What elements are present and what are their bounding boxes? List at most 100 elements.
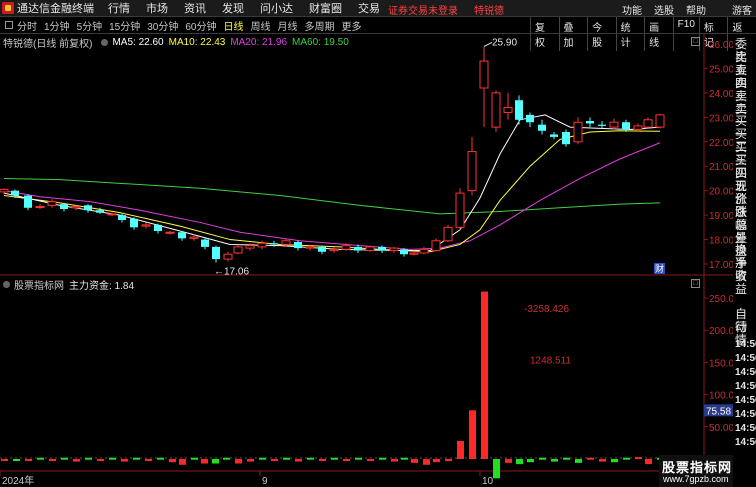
indicator-tick-label: 100.0 <box>709 391 733 402</box>
price-tick-label: 26.00 <box>709 40 733 51</box>
money-flow-bar <box>25 459 32 461</box>
tab-fenshi[interactable]: 分时 <box>17 18 37 33</box>
tab-1min[interactable]: 1分钟 <box>44 18 70 33</box>
money-flow-bar <box>599 459 606 462</box>
money-flow-bar <box>505 459 512 463</box>
menu-item-bangzhu[interactable]: 帮助 <box>686 2 706 17</box>
candle-body <box>643 119 653 128</box>
price-tick-label: 20.00 <box>709 187 733 198</box>
candle-body <box>431 240 441 252</box>
candle-body <box>491 92 501 128</box>
tab-60min[interactable]: 60分钟 <box>185 18 216 33</box>
money-flow-bar <box>121 459 128 462</box>
money-flow-bar <box>433 459 440 463</box>
candle-body <box>526 114 534 123</box>
candle-body <box>609 121 619 128</box>
menu-item-jiaoyi[interactable]: 交易 <box>358 0 380 16</box>
candle-body <box>201 239 209 247</box>
menu-item-faxian[interactable]: 发现 <box>222 0 244 16</box>
money-flow-bar <box>611 459 618 463</box>
money-flow-bar <box>212 459 219 464</box>
candle-body <box>11 190 19 196</box>
ma10-line <box>3 130 661 253</box>
candle-body <box>233 246 243 254</box>
tab-30min[interactable]: 30分钟 <box>147 18 178 33</box>
tab-daily[interactable]: 日线 <box>224 18 244 33</box>
price-tick-label: 22.00 <box>709 138 733 149</box>
candle-body <box>467 151 477 192</box>
date-tick-label: 9 <box>262 476 268 487</box>
money-flow-bar <box>37 457 44 460</box>
indicator-tick-label: 50.00 <box>709 423 733 434</box>
high-pointer <box>483 41 493 47</box>
trade-login-notice[interactable]: 证券交易未登录 <box>388 2 458 17</box>
layout-square-icon[interactable] <box>5 21 13 29</box>
candle-body <box>329 248 339 252</box>
user-guest-label[interactable]: 游客 <box>732 2 752 17</box>
candle-body <box>318 246 326 252</box>
menu-item-wenxiaoda[interactable]: 问小达 <box>260 0 293 16</box>
date-tick-label: 10 <box>482 476 494 487</box>
candle-body <box>257 242 267 248</box>
money-flow-bar <box>179 459 186 465</box>
period-toolbar: 分时 1分钟 5分钟 15分钟 30分钟 60分钟 日线 周线 月线 多周期 更… <box>0 17 756 51</box>
tab-monthly[interactable]: 月线 <box>278 18 298 33</box>
money-flow-bar <box>97 459 104 461</box>
candle-body <box>655 114 665 128</box>
money-flow-bar <box>271 459 278 461</box>
menu-item-gongneng[interactable]: 功能 <box>622 2 642 17</box>
price-tick-label: 23.00 <box>709 113 733 124</box>
money-flow-bar <box>575 459 582 463</box>
candle-body <box>35 206 45 209</box>
money-flow-bar <box>85 457 92 460</box>
money-flow-bar <box>283 457 290 460</box>
menu-item-hangqing[interactable]: 行情 <box>108 0 130 16</box>
tick-time-label: 14:56 <box>735 437 756 448</box>
money-flow-bar <box>481 291 488 459</box>
candle-body <box>455 192 465 228</box>
money-flow-bar <box>235 459 242 464</box>
candle-body <box>189 236 199 239</box>
menu-item-shichang[interactable]: 市场 <box>146 0 168 16</box>
price-tick-label: 19.00 <box>709 211 733 222</box>
indicator-collapse-icon[interactable]: □ <box>691 279 700 288</box>
money-flow-bar <box>623 457 630 460</box>
candle-body <box>443 226 453 242</box>
money-flow-bar <box>539 457 546 460</box>
app-title: 通达信金融终端 <box>17 3 94 15</box>
candle-body <box>118 215 126 220</box>
candle-body <box>212 246 220 260</box>
money-flow-bar <box>191 457 198 460</box>
stock-chart[interactable]: 26.00 25.00 24.00 23.00 22.00 21.00 20.00 19.00… <box>0 34 733 487</box>
candle-body <box>270 243 278 245</box>
indicator-current-value: 75.58 <box>706 406 731 417</box>
menu-item-zixun[interactable]: 资讯 <box>184 0 206 16</box>
money-flow-bar <box>587 457 594 460</box>
tab-15min[interactable]: 15分钟 <box>109 18 140 33</box>
candle-body <box>378 246 386 251</box>
tab-5min[interactable]: 5分钟 <box>77 18 103 33</box>
tick-time-label: 14:56 <box>735 381 756 392</box>
candle-body <box>154 224 162 231</box>
tab-more[interactable]: 更多 <box>342 18 362 33</box>
money-flow-bar <box>457 440 464 459</box>
candle-body <box>47 201 57 206</box>
date-tick-label: 2024年 <box>2 474 34 487</box>
tick-time-label: 14:56 <box>735 353 756 364</box>
watermark-url: www.7gpzb.com <box>663 474 729 484</box>
indicator-tick-label: 200.0 <box>709 326 733 337</box>
tab-weekly[interactable]: 周线 <box>251 18 271 33</box>
collapse-icon[interactable]: □ <box>691 37 700 46</box>
money-flow-bar <box>201 459 208 464</box>
money-flow-bar <box>391 459 398 462</box>
menu-item-caifuquan[interactable]: 财富圈 <box>309 0 342 16</box>
candle-body <box>141 224 151 227</box>
money-flow-bar <box>319 459 326 461</box>
candle-body <box>281 240 291 245</box>
finance-marker: 财 <box>655 263 664 274</box>
candle-body <box>294 242 302 249</box>
menu-item-xuangu[interactable]: 选股 <box>654 2 674 17</box>
candle-body <box>409 252 419 255</box>
tab-multi-period[interactable]: 多周期 <box>305 18 335 33</box>
current-stock-name: 特锐德 <box>474 6 504 17</box>
